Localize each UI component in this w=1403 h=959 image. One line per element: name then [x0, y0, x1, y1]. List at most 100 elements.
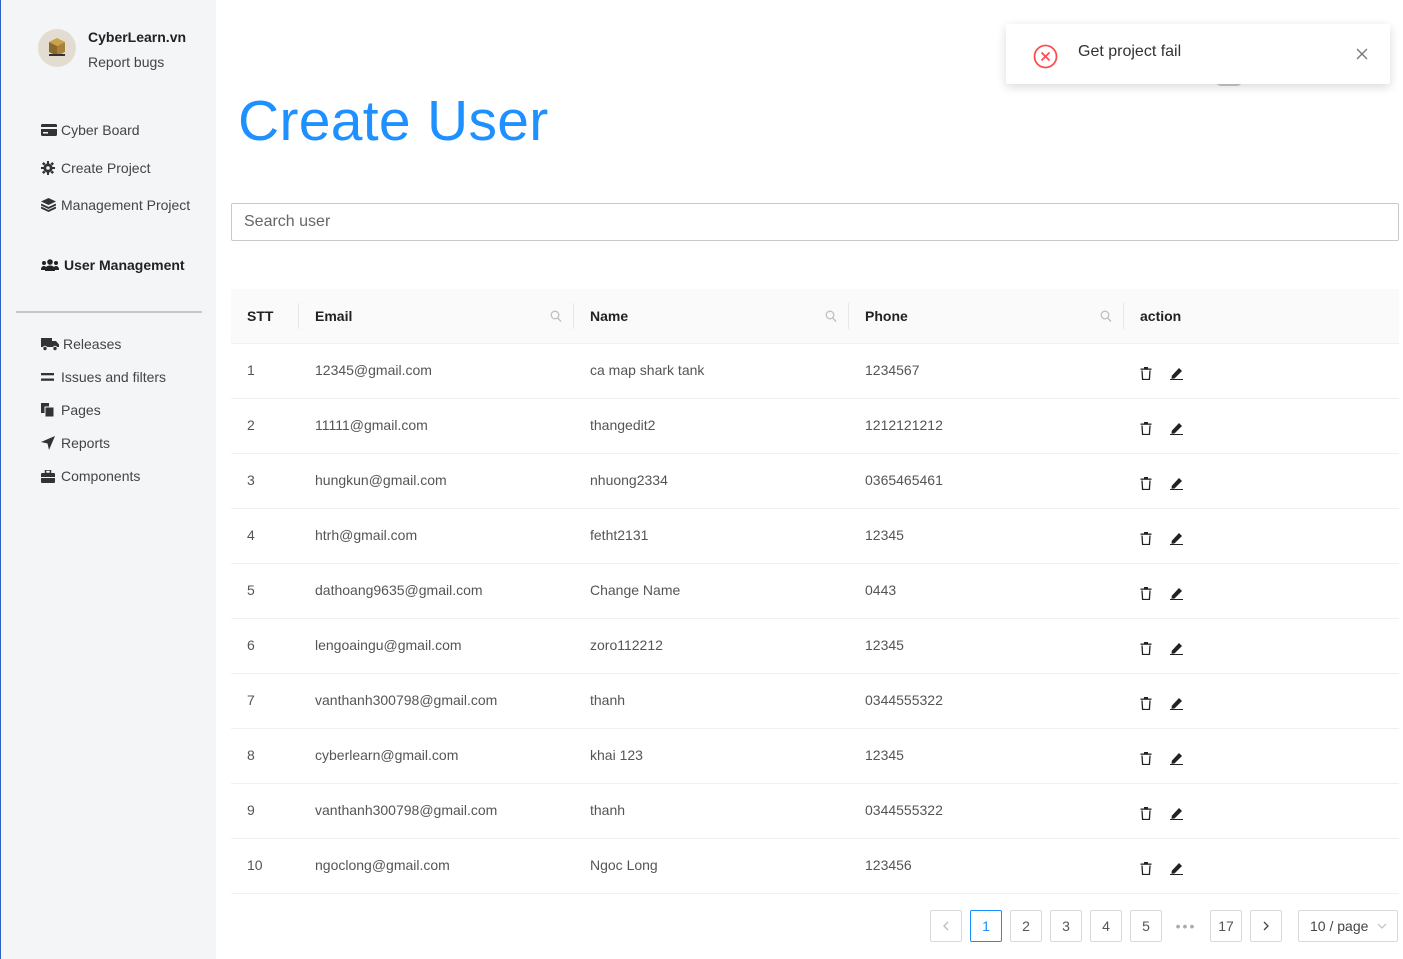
page-4-button[interactable]: 4: [1090, 910, 1122, 942]
search-icon[interactable]: [1100, 309, 1112, 323]
pagination: 1 2 3 4 5 ••• 17: [930, 910, 1290, 942]
sidebar-item-label: Issues and filters: [61, 369, 167, 385]
edit-icon[interactable]: [1170, 862, 1184, 876]
truck-icon: [41, 333, 60, 355]
edit-icon[interactable]: [1170, 642, 1184, 656]
table-header: STT Email Name Phone action: [231, 289, 1399, 344]
cell-name: thangedit2: [590, 417, 656, 433]
sidebar-item-user-management[interactable]: User Management: [41, 254, 211, 298]
search-input[interactable]: [231, 203, 1399, 241]
delete-icon[interactable]: [1140, 532, 1154, 546]
edit-icon[interactable]: [1170, 532, 1184, 546]
delete-icon[interactable]: [1140, 367, 1154, 381]
cell-action: [1124, 509, 1399, 564]
delete-icon[interactable]: [1140, 477, 1154, 491]
cell-phone: 1212121212: [865, 417, 943, 433]
cell-stt: 2: [247, 417, 255, 433]
table-row: 2 11111@gmail.com thangedit2 1212121212: [231, 399, 1399, 454]
sidebar-item-cyber-board[interactable]: Cyber Board: [41, 119, 211, 157]
table-row: 6 lengoaingu@gmail.com zoro112212 12345: [231, 619, 1399, 674]
next-page-button[interactable]: [1250, 910, 1282, 942]
notification-message: Get project fail: [1078, 43, 1182, 60]
delete-icon[interactable]: [1140, 642, 1154, 656]
cell-email: hungkun@gmail.com: [315, 472, 447, 488]
cell-phone: 0443: [865, 582, 897, 598]
edit-icon[interactable]: [1170, 697, 1184, 711]
column-header-phone: Phone: [849, 289, 1124, 344]
delete-icon[interactable]: [1140, 422, 1154, 436]
cell-phone: 12345: [865, 637, 904, 653]
edit-icon[interactable]: [1170, 587, 1184, 601]
cell-name: ca map shark tank: [590, 362, 705, 378]
cell-action: [1124, 619, 1399, 674]
cell-email: dathoang9635@gmail.com: [315, 582, 483, 598]
page-1-button[interactable]: 1: [970, 910, 1002, 942]
cell-email: 11111@gmail.com: [315, 417, 428, 433]
sidebar-item-releases[interactable]: Releases: [41, 333, 211, 366]
sidebar-item-label: Components: [61, 468, 141, 484]
page-title: Create User: [238, 89, 549, 153]
edit-icon[interactable]: [1170, 752, 1184, 766]
prev-page-button[interactable]: [930, 910, 962, 942]
table-row: 3 hungkun@gmail.com nhuong2334 0365465461: [231, 454, 1399, 509]
delete-icon[interactable]: [1140, 587, 1154, 601]
brand-subtitle: Report bugs: [88, 54, 165, 70]
chevron-right-icon: [1263, 921, 1269, 931]
jump-next-ellipsis[interactable]: •••: [1170, 918, 1202, 934]
column-header-stt: STT: [231, 289, 299, 344]
column-header-action: action: [1124, 289, 1399, 344]
search-icon[interactable]: [550, 309, 562, 323]
brand[interactable]: CyberLearn.vn Report bugs: [38, 29, 186, 75]
page-17-button[interactable]: 17: [1210, 910, 1242, 942]
chevron-left-icon: [943, 921, 949, 931]
page-size-select[interactable]: 10 / page: [1298, 910, 1398, 942]
sidebar-top-nav: Cyber Board Create Project Management Pr…: [41, 119, 211, 298]
cell-email: lengoaingu@gmail.com: [315, 637, 462, 653]
cell-name: Ngoc Long: [590, 857, 658, 873]
page-2-button[interactable]: 2: [1010, 910, 1042, 942]
edit-icon[interactable]: [1170, 807, 1184, 821]
table-row: 10 ngoclong@gmail.com Ngoc Long 123456: [231, 839, 1399, 894]
edit-icon[interactable]: [1170, 477, 1184, 491]
cell-phone: 12345: [865, 747, 904, 763]
page-3-button[interactable]: 3: [1050, 910, 1082, 942]
table-body: 1 12345@gmail.com ca map shark tank 1234567…: [231, 344, 1399, 894]
sidebar-item-issues-filters[interactable]: Issues and filters: [41, 366, 211, 399]
cell-stt: 8: [247, 747, 255, 763]
avatar: [38, 29, 76, 67]
sidebar-item-pages[interactable]: Pages: [41, 399, 211, 432]
cell-stt: 1: [247, 362, 255, 378]
sidebar-item-label: Management Project: [61, 197, 191, 213]
cell-action: [1124, 399, 1399, 454]
cell-phone: 0365465461: [865, 472, 943, 488]
cell-action: [1124, 454, 1399, 509]
delete-icon[interactable]: [1140, 807, 1154, 821]
page-5-button[interactable]: 5: [1130, 910, 1162, 942]
sidebar-item-reports[interactable]: Reports: [41, 432, 211, 465]
cell-action: [1124, 674, 1399, 729]
users-icon: [41, 254, 61, 276]
brand-name: CyberLearn.vn: [88, 29, 187, 45]
sidebar-item-components[interactable]: Components: [41, 465, 211, 498]
page-size-value: 10 / page: [1310, 918, 1369, 934]
sidebar-item-create-project[interactable]: Create Project: [41, 157, 211, 194]
sidebar: CyberLearn.vn Report bugs Cyber Board Cr…: [1, 0, 216, 959]
close-icon[interactable]: [1356, 48, 1368, 60]
cell-phone: 12345: [865, 527, 904, 543]
search-icon[interactable]: [825, 309, 837, 323]
column-label: Phone: [865, 308, 908, 324]
edit-icon[interactable]: [1170, 422, 1184, 436]
delete-icon[interactable]: [1140, 697, 1154, 711]
delete-icon[interactable]: [1140, 862, 1154, 876]
cell-phone: 0344555322: [865, 692, 943, 708]
cell-name: zoro112212: [590, 637, 663, 653]
edit-icon[interactable]: [1170, 367, 1184, 381]
cell-name: Change Name: [590, 582, 681, 598]
cell-action: [1124, 344, 1399, 399]
delete-icon[interactable]: [1140, 752, 1154, 766]
cell-phone: 0344555322: [865, 802, 943, 818]
sidebar-item-label: Pages: [61, 402, 101, 418]
column-header-name: Name: [574, 289, 849, 344]
cell-stt: 9: [247, 802, 255, 818]
sidebar-item-management-project[interactable]: Management Project: [41, 194, 211, 254]
